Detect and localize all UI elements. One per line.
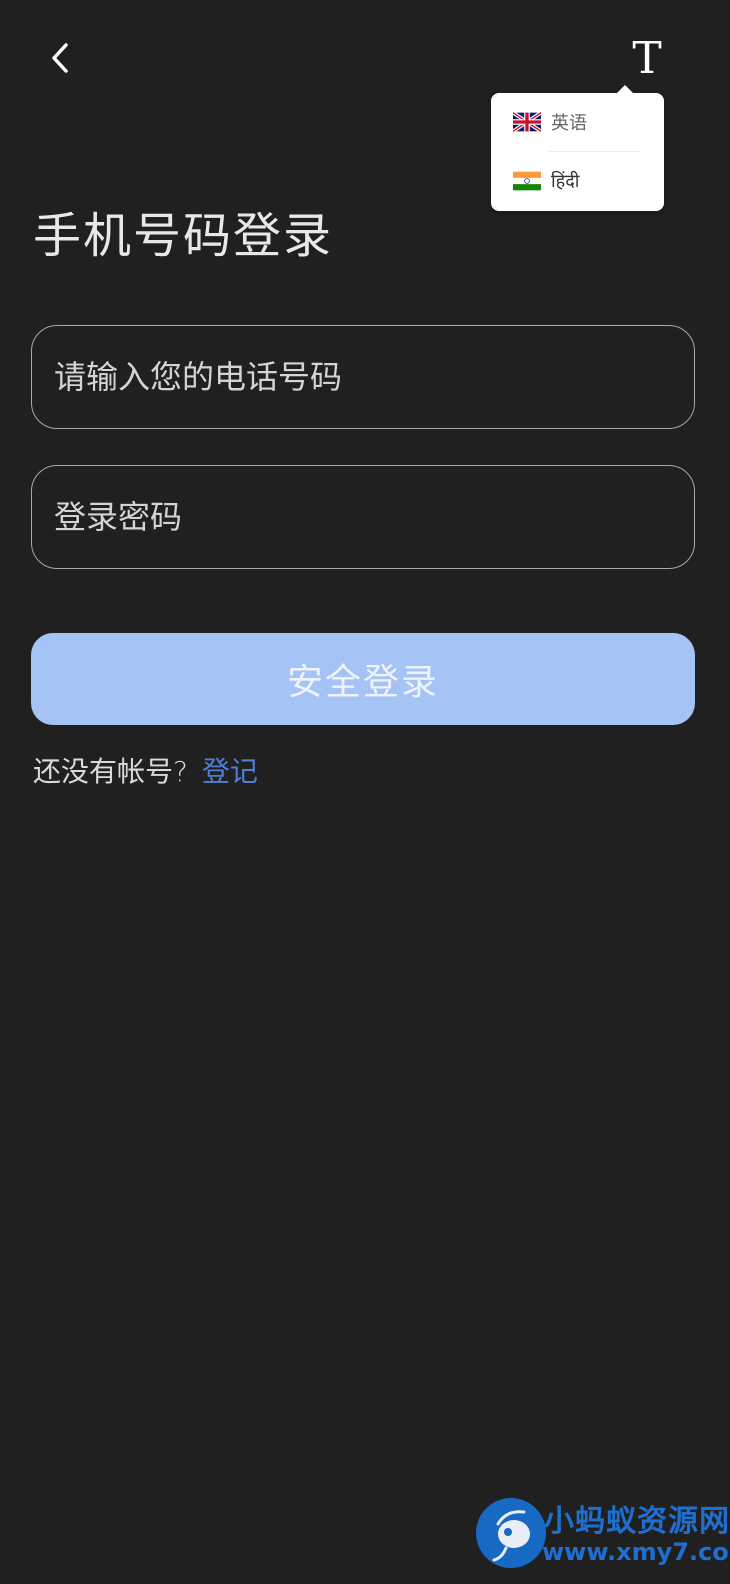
watermark-url: www.xmy7.com	[542, 1538, 730, 1566]
register-prompt: 还没有帐号?	[33, 755, 188, 788]
register-link[interactable]: 登记	[202, 755, 258, 788]
india-flag-icon	[513, 171, 541, 191]
password-field	[31, 465, 695, 569]
language-menu: 英语 हिंदी	[491, 85, 664, 211]
register-row: 还没有帐号? 登记	[33, 750, 258, 790]
phone-field	[31, 325, 695, 429]
watermark: 小蚂蚁资源网 www.xmy7.com	[476, 1496, 730, 1584]
uk-flag-icon	[513, 112, 541, 132]
chevron-left-icon	[52, 43, 68, 73]
password-input[interactable]	[32, 466, 694, 568]
language-option-label: 英语	[551, 113, 587, 134]
language-switch-button[interactable]: T	[622, 30, 672, 86]
watermark-logo-icon	[476, 1498, 546, 1568]
language-option-english[interactable]: 英语	[491, 93, 664, 151]
language-option-label: हिंदी	[551, 171, 580, 192]
language-option-hindi[interactable]: हिंदी	[491, 152, 664, 210]
back-button[interactable]	[40, 38, 80, 78]
page-title: 手机号码登录	[33, 208, 334, 264]
phone-input[interactable]	[32, 326, 694, 428]
secure-login-button[interactable]: 安全登录	[31, 633, 695, 725]
watermark-title: 小蚂蚁资源网	[544, 1504, 730, 1539]
